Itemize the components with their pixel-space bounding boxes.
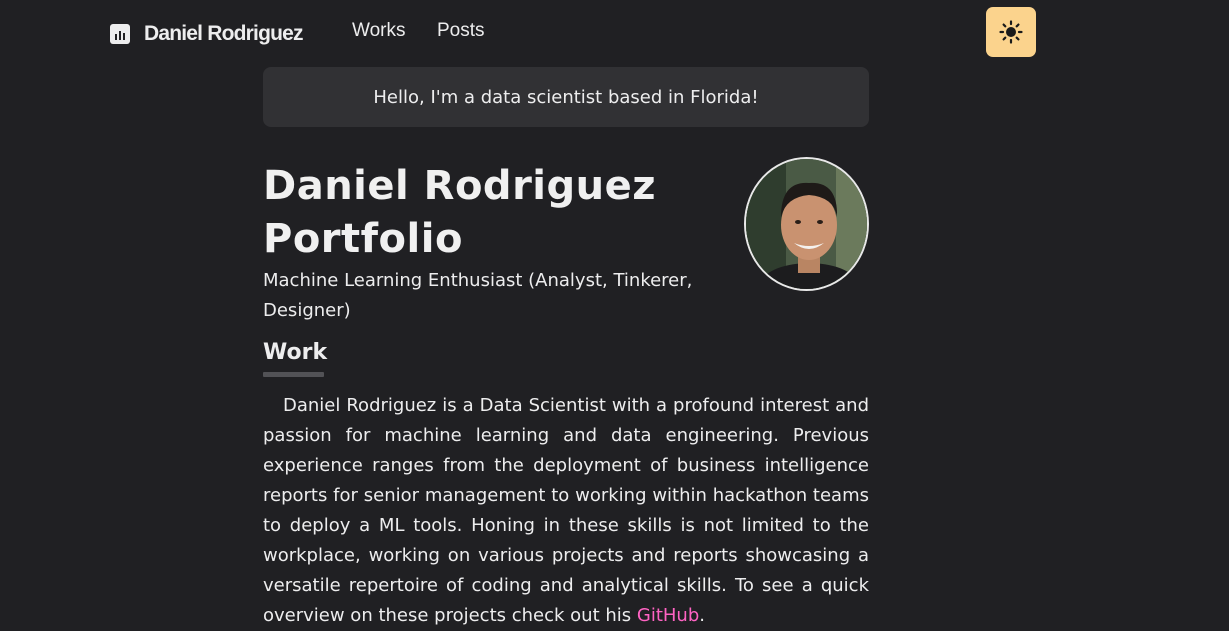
heading-underline [263,372,324,377]
navbar: Daniel Rodriguez Works Posts [0,0,1229,67]
page-title: Daniel Rodriguez Portfolio [263,163,657,262]
theme-toggle-button[interactable] [986,7,1036,57]
sun-icon [999,20,1023,44]
bio-text: Daniel Rodriguez is a Data Scientist wit… [263,395,869,626]
chart-logo-icon [110,24,130,44]
page-subtitle: Machine Learning Enthusiast (Analyst, Ti… [263,270,693,321]
brand-logo-link[interactable]: Daniel Rodriguez [110,19,304,49]
github-link[interactable]: GitHub [637,605,699,626]
profile-avatar [744,157,869,291]
bio-end: . [699,605,705,626]
greeting-text: Hello, I'm a data scientist based in Flo… [373,86,759,108]
nav-link-works[interactable]: Works [352,20,405,42]
work-bio-paragraph: Daniel Rodriguez is a Data Scientist wit… [263,391,869,631]
nav-link-posts[interactable]: Posts [437,20,485,42]
brand-name: Daniel Rodriguez [144,22,304,45]
greeting-banner: Hello, I'm a data scientist based in Flo… [263,67,869,127]
work-section-heading: Work [263,340,328,365]
profile-photo [746,159,867,289]
